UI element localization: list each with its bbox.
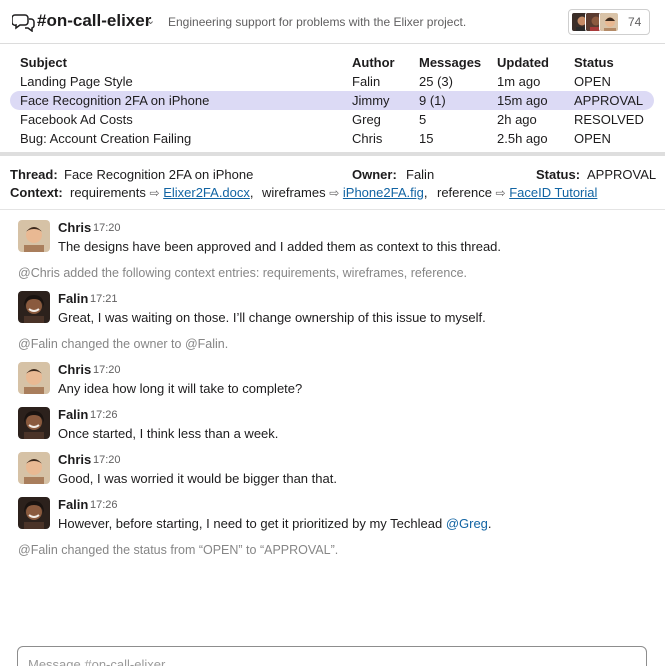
- message-time: 17:20: [93, 454, 121, 466]
- row-status: OPEN: [574, 74, 611, 89]
- row-author: Falin: [352, 74, 381, 89]
- message-composer[interactable]: [17, 646, 647, 666]
- message-author[interactable]: Falin: [58, 407, 88, 422]
- message-time: 17:26: [90, 499, 118, 511]
- thread-label: Thread:: [10, 167, 58, 182]
- member-count: 74: [628, 15, 642, 29]
- context-name: wireframes: [262, 185, 326, 200]
- message-text: However, before starting, I need to get …: [58, 516, 492, 531]
- context-file-link[interactable]: Elixer2FA.docx: [163, 185, 250, 200]
- row-updated: 1m ago: [497, 74, 541, 89]
- channel-header: #on-call-elixer ⌄ Engineering support fo…: [0, 0, 665, 44]
- chevron-down-icon[interactable]: ⌄: [146, 14, 155, 27]
- message-author[interactable]: Falin: [58, 497, 88, 512]
- context-name: requirements: [70, 185, 146, 200]
- context-separator: ,: [423, 185, 428, 200]
- arrow-right-icon: ⇨: [329, 186, 340, 200]
- system-message: @Chris added the following context entri…: [18, 266, 468, 280]
- row-updated: 15m ago: [497, 93, 548, 108]
- row-updated: 2.5h ago: [497, 131, 548, 146]
- row-author: Greg: [352, 112, 381, 127]
- column-updated: Updated: [497, 55, 549, 70]
- message-text: Great, I was waiting on those. I’ll chan…: [58, 310, 486, 325]
- member-avatar: [599, 12, 619, 32]
- column-status: Status: [574, 55, 614, 70]
- user-mention[interactable]: @Greg: [446, 516, 488, 531]
- message-text: Any idea how long it will take to comple…: [58, 381, 303, 396]
- table-row[interactable]: Bug: Account Creation Failing Chris 15 2…: [10, 129, 654, 148]
- context-file-link[interactable]: FaceID Tutorial: [509, 185, 597, 200]
- row-status: OPEN: [574, 131, 611, 146]
- message-text: Good, I was worried it would be bigger t…: [58, 471, 337, 486]
- table-row-selected[interactable]: Face Recognition 2FA on iPhone Jimmy 9 (…: [10, 91, 654, 110]
- message-text-end: .: [487, 516, 492, 531]
- table-header: Subject Author Messages Updated Status: [10, 53, 654, 72]
- message-feed[interactable]: Chris 17:20 The designs have been approv…: [0, 210, 665, 630]
- message-author[interactable]: Chris: [58, 452, 91, 467]
- row-status: APPROVAL: [574, 93, 644, 108]
- row-status: RESOLVED: [574, 112, 644, 127]
- thread-meta: Thread: Face Recognition 2FA on iPhone O…: [0, 156, 665, 210]
- row-messages: 9 (1): [419, 93, 446, 108]
- status-value[interactable]: APPROVAL: [587, 167, 656, 182]
- context-entry: reference ⇨ FaceID Tutorial: [437, 185, 597, 200]
- avatar-chris[interactable]: [18, 452, 50, 484]
- issues-table: Subject Author Messages Updated Status L…: [0, 44, 665, 152]
- column-subject: Subject: [20, 55, 67, 70]
- row-messages: 5: [419, 112, 427, 127]
- message-input[interactable]: [28, 657, 628, 666]
- row-subject: Face Recognition 2FA on iPhone: [20, 93, 210, 108]
- context-separator: ,: [249, 185, 254, 200]
- message-author[interactable]: Chris: [58, 362, 91, 377]
- table-row[interactable]: Facebook Ad Costs Greg 5 2h ago RESOLVED: [10, 110, 654, 129]
- avatar-falin[interactable]: [18, 291, 50, 323]
- context-label: Context:: [10, 185, 63, 200]
- table-row[interactable]: Landing Page Style Falin 25 (3) 1m ago O…: [10, 72, 654, 91]
- members-button[interactable]: 74: [568, 9, 650, 35]
- message-text: The designs have been approved and I add…: [58, 239, 502, 254]
- avatar-falin[interactable]: [18, 497, 50, 529]
- message-text: Once started, I think less than a week.: [58, 426, 279, 441]
- message-time: 17:20: [93, 222, 121, 234]
- message-time: 17:26: [90, 409, 118, 421]
- avatar-falin[interactable]: [18, 407, 50, 439]
- row-author: Jimmy: [352, 93, 390, 108]
- thread-title: Face Recognition 2FA on iPhone: [64, 167, 254, 182]
- row-messages: 25 (3): [419, 74, 453, 89]
- column-messages: Messages: [419, 55, 482, 70]
- avatar-chris[interactable]: [18, 220, 50, 252]
- owner-value[interactable]: Falin: [406, 167, 434, 182]
- row-updated: 2h ago: [497, 112, 537, 127]
- message-author[interactable]: Chris: [58, 220, 91, 235]
- row-subject: Facebook Ad Costs: [20, 112, 133, 127]
- context-name: reference: [437, 185, 492, 200]
- system-message: @Falin changed the owner to @Falin.: [18, 337, 229, 351]
- context-entry: requirements ⇨ Elixer2FA.docx,: [70, 185, 254, 200]
- row-messages: 15: [419, 131, 434, 146]
- row-subject: Bug: Account Creation Failing: [20, 131, 192, 146]
- arrow-right-icon: ⇨: [149, 186, 160, 200]
- message-time: 17:20: [93, 364, 121, 376]
- channel-description: Engineering support for problems with th…: [168, 15, 467, 29]
- owner-label: Owner:: [352, 167, 397, 182]
- row-author: Chris: [352, 131, 383, 146]
- arrow-right-icon: ⇨: [495, 186, 506, 200]
- system-message: @Falin changed the status from “OPEN” to…: [18, 543, 339, 557]
- message-time: 17:21: [90, 293, 118, 305]
- message-author[interactable]: Falin: [58, 291, 88, 306]
- status-label: Status:: [536, 167, 581, 182]
- context-file-link[interactable]: iPhone2FA.fig: [343, 185, 424, 200]
- threads-icon: [12, 14, 35, 32]
- channel-name[interactable]: #on-call-elixer: [37, 11, 151, 31]
- row-subject: Landing Page Style: [20, 74, 133, 89]
- column-author: Author: [352, 55, 395, 70]
- message-text-body: However, before starting, I need to get …: [58, 516, 446, 531]
- avatar-chris[interactable]: [18, 362, 50, 394]
- context-entry: wireframes ⇨ iPhone2FA.fig,: [262, 185, 427, 200]
